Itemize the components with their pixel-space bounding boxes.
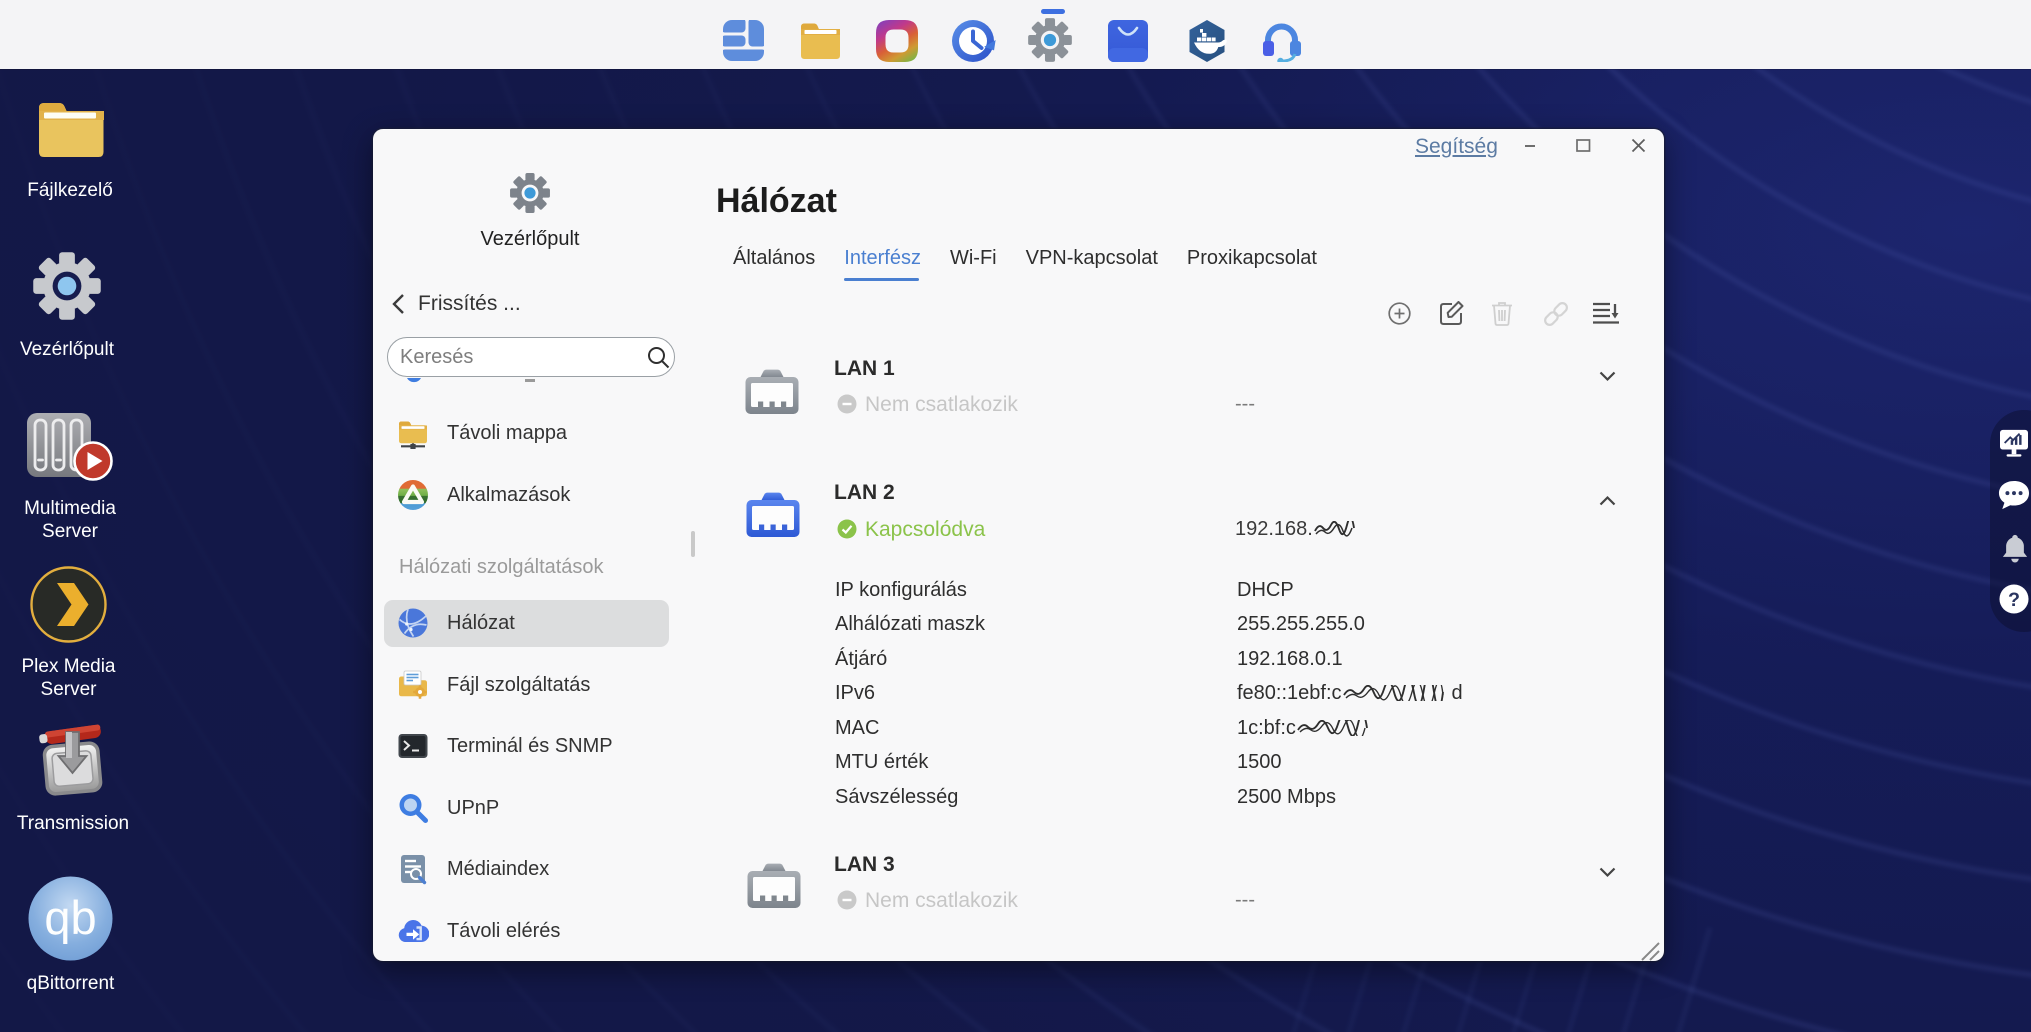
svg-text:?: ? bbox=[2008, 589, 2020, 611]
svg-text:qb: qb bbox=[44, 891, 96, 944]
